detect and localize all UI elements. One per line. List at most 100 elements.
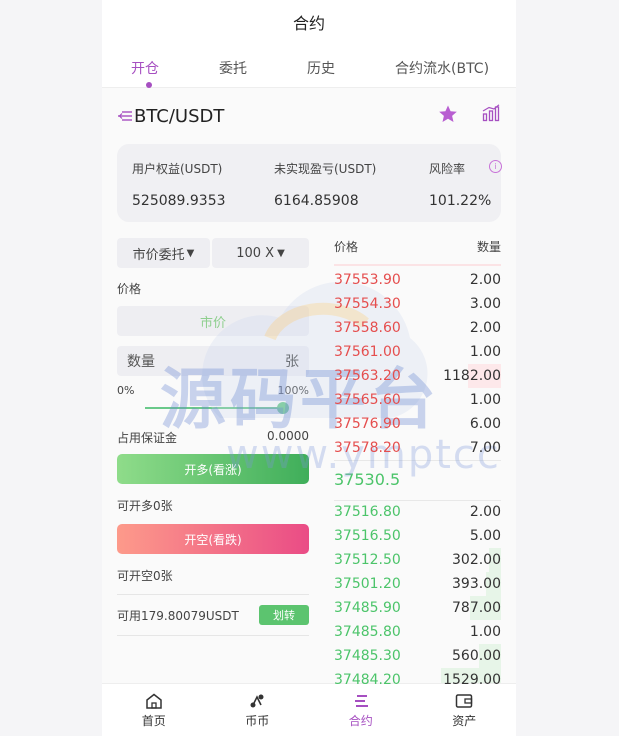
app-screen: 合约 开仓 委托 历史 合约流水(BTC) BTC/USDT 用户权益(USDT…: [102, 0, 516, 736]
bid-price: 37484.20: [334, 672, 401, 688]
market-price-text: 市价: [199, 315, 226, 331]
bid-quantity: 393.00: [452, 576, 501, 592]
nav-contract-label: 合约: [348, 713, 373, 728]
bid-row[interactable]: 37516.80 2.00: [334, 500, 501, 524]
wallet-icon: [456, 693, 473, 708]
order-book: 价格 数量 37553.90 2.00 37554.30 3.00 37558.60 2.…: [334, 238, 501, 692]
info-icon[interactable]: i: [489, 160, 502, 173]
bottom-navigation: 首页 币币 合约 资产: [102, 683, 516, 736]
bid-row[interactable]: 37485.90 787.00: [334, 596, 501, 620]
ask-price: 37578.20: [334, 440, 401, 456]
leverage-value: 100 X: [236, 245, 275, 261]
equity-value: 525089.9353: [132, 193, 226, 209]
bid-row[interactable]: 37512.50 302.00: [334, 548, 501, 572]
nav-home[interactable]: 首页: [102, 684, 206, 736]
top-bar: 合约: [102, 0, 516, 44]
tab-bar: 开仓 委托 历史 合约流水(BTC): [102, 44, 516, 88]
bid-quantity: 5.00: [469, 528, 501, 544]
ask-row[interactable]: 37576.90 6.00: [334, 412, 501, 436]
ask-row[interactable]: 37563.20 1182.00: [334, 364, 501, 388]
slider-min-label: 0%: [117, 384, 135, 397]
bid-quantity: 1.00: [469, 624, 501, 640]
ask-price: 37554.30: [334, 296, 401, 312]
ask-price: 37563.20: [334, 368, 401, 384]
slider-fill: [145, 407, 283, 409]
quantity-placeholder: 数量: [127, 354, 155, 370]
tab-history[interactable]: 历史: [307, 58, 335, 78]
favorite-star-icon[interactable]: [438, 104, 458, 124]
active-tab-indicator: [146, 82, 152, 88]
ask-row[interactable]: 37561.00 1.00: [334, 340, 501, 364]
nav-contract[interactable]: 合约: [309, 684, 413, 736]
ask-row[interactable]: 37558.60 2.00: [334, 316, 501, 340]
ask-row[interactable]: 37553.90 2.00: [334, 268, 501, 292]
leverage-slider-block: 0% 100%: [117, 376, 309, 426]
account-summary: 用户权益(USDT) 525089.9353 未实现盈亏(USDT) 6164.…: [117, 144, 502, 222]
bid-quantity: 560.00: [452, 648, 501, 664]
order-book-header: 价格 数量: [334, 238, 501, 258]
tab-orders[interactable]: 委托: [219, 58, 247, 78]
margin-row: 占用保证金 0.0000: [117, 429, 309, 446]
ask-price: 37558.60: [334, 320, 401, 336]
bid-price: 37516.80: [334, 504, 401, 520]
order-form: 市价委托 ▼ 100 X ▼ 价格 市价 数量 张 0% 100% 占用保证金: [117, 238, 309, 636]
nav-spot[interactable]: 币币: [206, 684, 310, 736]
last-price-divider-top: [334, 460, 501, 461]
margin-label: 占用保证金: [117, 431, 178, 445]
contract-icon: [354, 694, 368, 707]
menu-toggle-icon[interactable]: [118, 110, 132, 122]
equity-label: 用户权益(USDT): [132, 162, 223, 176]
bid-quantity: 1529.00: [443, 672, 501, 688]
bid-row[interactable]: 37485.80 1.00: [334, 620, 501, 644]
quantity-unit: 张: [285, 354, 299, 370]
ask-quantity: 6.00: [469, 416, 501, 432]
ask-quantity: 1.00: [469, 344, 501, 360]
bid-price: 37485.80: [334, 624, 401, 640]
bid-quantity: 787.00: [452, 600, 501, 616]
kline-chart-icon[interactable]: [482, 104, 500, 122]
bid-price: 37516.50: [334, 528, 401, 544]
leverage-select[interactable]: 100 X ▼: [212, 238, 309, 268]
nav-home-label: 首页: [141, 713, 166, 728]
order-type-select[interactable]: 市价委托 ▼: [117, 238, 210, 268]
price-input[interactable]: 市价: [117, 306, 309, 336]
open-long-label: 开多(看涨): [184, 462, 242, 477]
margin-value: 0.0000: [267, 429, 309, 443]
bid-row[interactable]: 37485.30 560.00: [334, 644, 501, 668]
ask-row[interactable]: 37578.20 7.00: [334, 436, 501, 460]
transfer-button[interactable]: 划转: [259, 605, 309, 625]
open-short-button[interactable]: 开空(看跌): [117, 524, 309, 554]
slider-handle[interactable]: [277, 402, 289, 414]
tab-open-position[interactable]: 开仓: [131, 58, 159, 78]
ask-quantity: 7.00: [469, 440, 501, 456]
symbol-name[interactable]: BTC/USDT: [134, 106, 224, 127]
nav-assets[interactable]: 资产: [413, 684, 517, 736]
ask-quantity: 2.00: [469, 320, 501, 336]
tab-contract-ledger[interactable]: 合约流水(BTC): [395, 58, 489, 78]
nav-spot-label: 币币: [245, 713, 270, 728]
symbol-header: BTC/USDT: [118, 100, 500, 132]
slider-track[interactable]: [145, 402, 289, 414]
home-icon: [146, 693, 162, 709]
last-price: 37530.5: [334, 470, 401, 489]
bid-quantity: 2.00: [469, 504, 501, 520]
ask-price: 37576.90: [334, 416, 401, 432]
risk-rate-label: 风险率: [429, 162, 466, 176]
page-title: 合约: [292, 14, 325, 33]
order-type-value: 市价委托: [132, 247, 185, 263]
price-column-header: 价格: [334, 240, 359, 254]
ask-row[interactable]: 37565.60 1.00: [334, 388, 501, 412]
quantity-input[interactable]: 数量 张: [117, 346, 309, 376]
ask-quantity: 2.00: [469, 272, 501, 288]
bid-price: 37485.30: [334, 648, 401, 664]
bid-row[interactable]: 37516.50 5.00: [334, 524, 501, 548]
ask-price: 37561.00: [334, 344, 401, 360]
ask-quantity: 1182.00: [443, 368, 501, 384]
bid-row[interactable]: 37501.20 393.00: [334, 572, 501, 596]
open-long-button[interactable]: 开多(看涨): [117, 454, 309, 484]
ask-row[interactable]: 37554.30 3.00: [334, 292, 501, 316]
long-available: 可开多0张: [117, 499, 173, 513]
ask-quantity: 3.00: [469, 296, 501, 312]
available-balance: 可用179.80079USDT: [117, 608, 239, 623]
dropdown-arrow-icon: ▼: [186, 247, 195, 259]
